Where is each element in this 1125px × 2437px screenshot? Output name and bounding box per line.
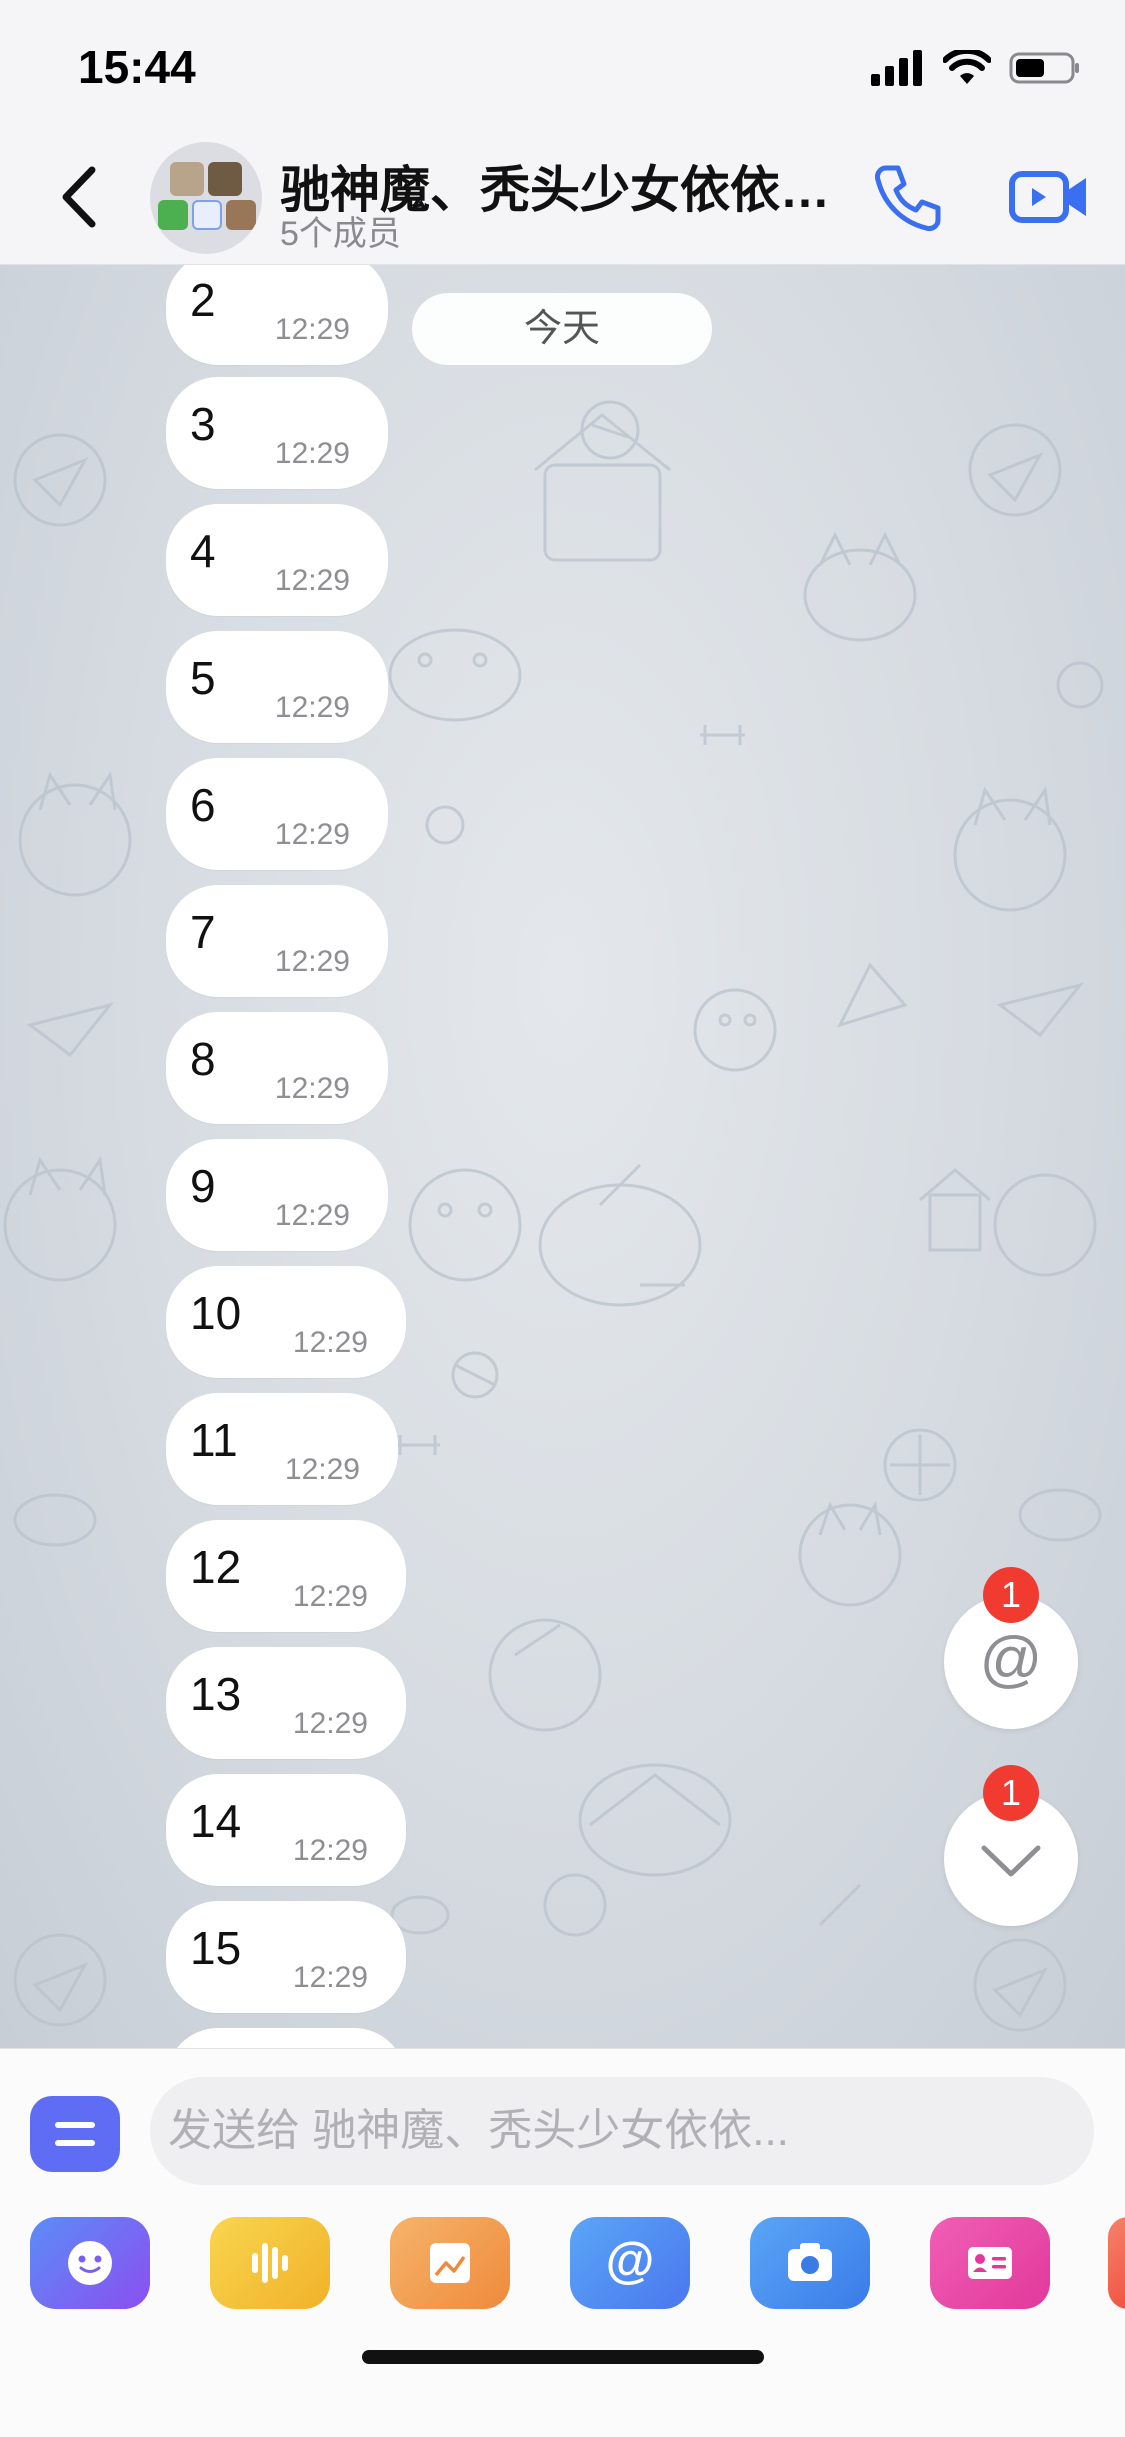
contact-card-icon [968,2247,1012,2279]
message-text: 10 [190,1287,242,1339]
message-text: 13 [190,1668,242,1720]
status-time: 15:44 [78,41,196,93]
battery-icon [1009,52,1079,84]
message-text: 3 [190,398,216,450]
message-time: 12:29 [292,1707,368,1740]
status-bar: 15:44 [0,0,1125,132]
voice-icon [252,2243,288,2283]
message-text: 15 [190,1922,242,1974]
message-bubble[interactable]: 4 12:29 [166,504,388,616]
mention-button[interactable]: @ [570,2217,690,2309]
message-time: 12:29 [274,818,350,851]
member-count: 5个成员 [280,215,401,253]
avatar-tile [170,162,204,196]
video-call-button[interactable] [1008,164,1092,230]
message-bubble[interactable]: 8 12:29 [166,1012,388,1124]
message-bubble-partial[interactable] [166,2028,406,2048]
message-text: 7 [190,906,216,958]
message-time: 12:29 [292,1326,368,1359]
chevron-left-icon [62,166,96,228]
video-camera-icon [1009,171,1086,223]
home-indicator [362,2350,764,2364]
message-bubble[interactable]: 13 12:29 [166,1647,406,1759]
voice-button[interactable] [210,2217,330,2309]
message-time: 12:29 [274,691,350,724]
message-bubble[interactable]: 11 12:29 [166,1393,398,1505]
message-time: 12:29 [274,564,350,597]
emoji-button[interactable] [30,2217,150,2309]
message-time: 12:29 [292,1834,368,1867]
chat-message-list[interactable]: 今天 2 12:29 3 12:29 4 12:29 5 12:29 6 12:… [0,265,1125,2048]
group-avatar[interactable] [150,142,262,254]
message-text: 9 [190,1160,216,1212]
message-bubble[interactable]: 14 12:29 [166,1774,406,1886]
message-time: 12:29 [274,1199,350,1232]
background-pattern [3,400,1104,2032]
message-text: 2 [190,274,216,326]
menu-icon [55,2122,95,2146]
avatar-tile [226,200,256,230]
message-time: 12:29 [274,1072,350,1105]
message-bubble[interactable]: 10 12:29 [166,1266,406,1378]
message-bubble[interactable]: 5 12:29 [166,631,388,743]
more-tools-button[interactable] [1108,2217,1125,2309]
emoji-icon [68,2241,112,2285]
message-time: 12:29 [292,1580,368,1613]
message-text: 4 [190,525,216,577]
image-icon [430,2243,470,2283]
message-bubble[interactable]: 3 12:29 [166,377,388,489]
back-button[interactable] [52,162,112,232]
svg-text:@: @ [606,2232,655,2288]
date-separator: 今天 [412,293,712,365]
contact-card-button[interactable] [930,2217,1050,2309]
message-time: 12:29 [274,945,350,978]
signal-icon [871,50,922,86]
message-bubble[interactable]: 15 12:29 [166,1901,406,2013]
status-icons [871,46,1081,90]
camera-icon [788,2243,832,2281]
message-bubble[interactable]: 7 12:29 [166,885,388,997]
wifi-icon [943,50,991,84]
mention-icon: @ [606,2232,655,2288]
avatar-tile [208,162,242,196]
composer: @ [0,2048,1125,2437]
message-time: 12:29 [274,313,350,346]
message-input[interactable] [150,2077,1094,2185]
avatar-tile [158,200,188,230]
camera-button[interactable] [750,2217,870,2309]
message-bubble[interactable]: 6 12:29 [166,758,388,870]
message-text: 11 [190,1414,238,1466]
message-time: 12:29 [274,437,350,470]
message-text: 5 [190,652,216,704]
message-text: 6 [190,779,216,831]
message-time: 12:29 [292,1961,368,1994]
message-text: 8 [190,1033,216,1085]
message-text: 12 [190,1541,242,1593]
mention-badge: 1 [983,1567,1039,1623]
menu-button[interactable] [30,2096,120,2172]
image-button[interactable] [390,2217,510,2309]
avatar-tile [192,200,222,230]
unread-badge: 1 [983,1765,1039,1821]
message-time: 12:29 [284,1453,360,1486]
voice-call-button[interactable] [870,160,946,236]
phone-icon [875,165,941,231]
message-bubble[interactable]: 9 12:29 [166,1139,388,1251]
message-bubble[interactable]: 2 12:29 [166,265,388,365]
chat-header: 驰神魔、秃头少女依依… 5个成员 [0,132,1125,265]
message-text: 14 [190,1795,242,1847]
message-bubble[interactable]: 12 12:29 [166,1520,406,1632]
